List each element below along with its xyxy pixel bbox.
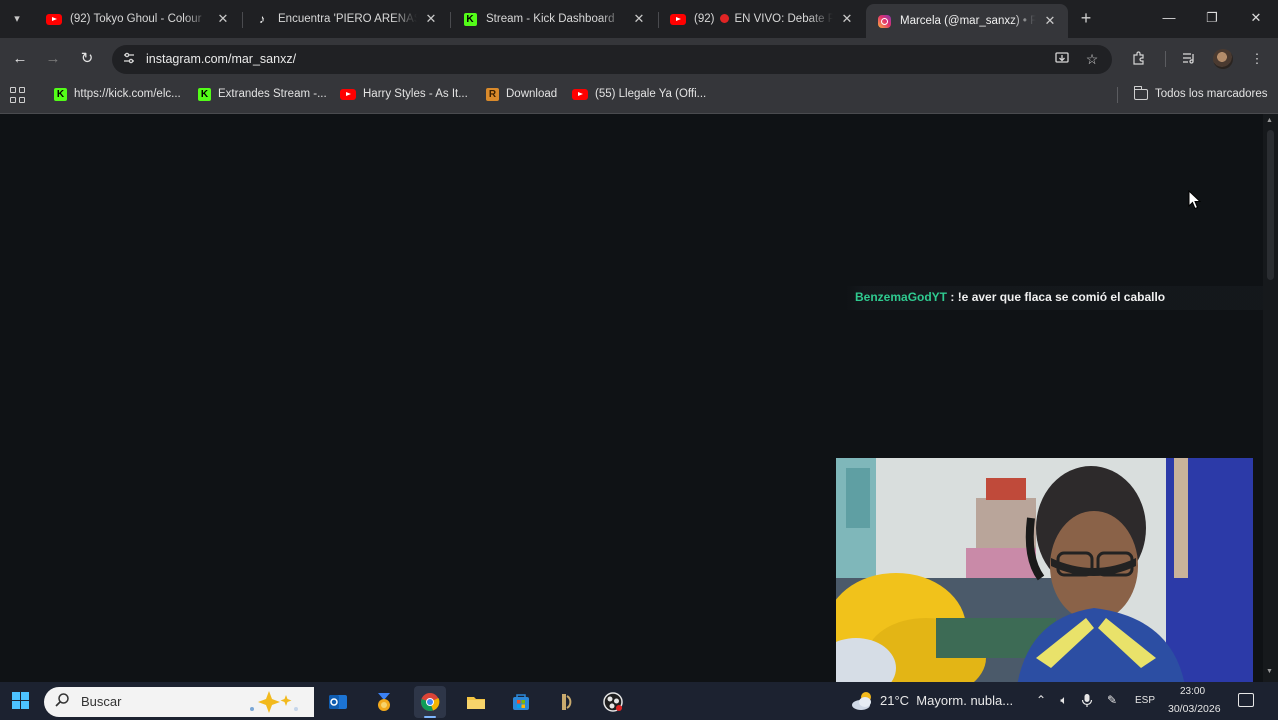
- weather-temp: 21°C: [880, 693, 910, 708]
- tab-title: Encuentra 'PIERO ARENAS' e: [278, 13, 417, 25]
- tab-title: Marcela (@mar_sanxz) • Fot: [900, 15, 1036, 27]
- bookmark-label: https://kick.com/elc...: [74, 88, 181, 100]
- notifications-icon[interactable]: [1238, 693, 1254, 707]
- search-icon: [54, 692, 72, 710]
- url-text[interactable]: instagram.com/mar_sanxz/: [146, 52, 296, 66]
- forward-button[interactable]: →: [42, 48, 64, 70]
- kick-icon: K: [198, 87, 211, 101]
- tab-title: (92) EN VIVO: Debate Pr: [694, 13, 833, 25]
- volume-icon[interactable]: 🔈︎: [1056, 693, 1072, 708]
- install-app-icon[interactable]: [1053, 50, 1071, 68]
- bookmark-label: Download: [506, 88, 558, 100]
- reload-button[interactable]: ↻: [76, 48, 98, 70]
- bookmark-star-icon[interactable]: ☆: [1083, 50, 1101, 68]
- more-menu-icon[interactable]: ⋮: [1248, 50, 1266, 68]
- bookmark-item[interactable]: K https://kick.com/elc...: [54, 86, 181, 102]
- restore-button[interactable]: ❐: [1196, 6, 1228, 30]
- instagram-icon: [876, 13, 892, 29]
- toolbar-divider: [1165, 51, 1166, 67]
- close-icon[interactable]: ✕: [1042, 13, 1058, 29]
- pen-input-icon[interactable]: ✎: [1104, 693, 1120, 707]
- bookmark-item[interactable]: Harry Styles - As It...: [340, 86, 468, 102]
- scroll-up-arrow-icon[interactable]: ▲: [1266, 117, 1273, 124]
- bookmarks-divider: [1117, 87, 1118, 103]
- taskbar-outlook-icon[interactable]: [322, 686, 354, 718]
- chat-message: BenzemaGodYT : !e aver que flaca se comi…: [855, 290, 1165, 304]
- site-info-icon[interactable]: [121, 51, 137, 67]
- input-language-indicator[interactable]: ESP: [1135, 695, 1155, 706]
- weather-widget[interactable]: 21°C Mayorm. nubla...: [880, 693, 1013, 708]
- webcam-feed: [836, 458, 1253, 692]
- tab-live-debate[interactable]: (92) EN VIVO: Debate Pr ✕: [660, 4, 865, 34]
- youtube-icon: [572, 88, 588, 100]
- close-window-button[interactable]: ✕: [1240, 6, 1272, 30]
- tab-divider: [450, 12, 451, 28]
- tiktok-icon: ♪: [259, 12, 265, 26]
- microphone-icon[interactable]: [1080, 693, 1094, 711]
- tab-tiktok[interactable]: ♪ Encuentra 'PIERO ARENAS' e ✕: [244, 4, 449, 34]
- chat-username: BenzemaGodYT: [855, 290, 948, 304]
- tab-tokyo-ghoul[interactable]: (92) Tokyo Ghoul - Colour ✕: [36, 4, 241, 34]
- weather-condition: Mayorm. nubla...: [916, 693, 1014, 708]
- bookmark-item[interactable]: (55) Llegale Ya (Offi...: [572, 86, 706, 102]
- tab-kick-dashboard[interactable]: K Stream - Kick Dashboard ✕: [452, 4, 657, 34]
- scroll-thumb[interactable]: [1267, 130, 1274, 280]
- tab-divider: [658, 12, 659, 28]
- search-highlight-icon: [250, 691, 298, 713]
- taskbar-chrome-icon[interactable]: [414, 686, 446, 718]
- minimize-button[interactable]: —: [1153, 6, 1185, 30]
- bookmark-item[interactable]: R Download: [486, 86, 557, 102]
- clock-date[interactable]: 30/03/2026: [1168, 703, 1221, 715]
- live-dot-icon: [720, 14, 730, 23]
- kick-icon: K: [54, 87, 67, 101]
- r-icon: R: [486, 87, 499, 101]
- weather-cloudy-icon: [852, 692, 871, 710]
- chat-text: !e aver que flaca se comió el caballo: [957, 290, 1166, 304]
- windows-start-icon[interactable]: [12, 692, 29, 709]
- search-placeholder: Buscar: [81, 694, 122, 709]
- taskbar-medal-app-icon[interactable]: [368, 686, 400, 718]
- scroll-down-arrow-icon[interactable]: ▼: [1266, 668, 1273, 675]
- close-icon[interactable]: ✕: [631, 11, 647, 27]
- tab-search-button[interactable]: ▾: [6, 8, 28, 30]
- bookmark-label: Harry Styles - As It...: [363, 88, 468, 100]
- mouse-cursor-icon: [1188, 190, 1202, 210]
- kick-icon: K: [462, 11, 478, 27]
- bookmark-item[interactable]: K Extrandes Stream -...: [198, 86, 327, 102]
- all-bookmarks-button[interactable]: Todos los marcadores: [1133, 85, 1268, 102]
- tab-title: (92) Tokyo Ghoul - Colour: [70, 13, 202, 25]
- active-indicator: [424, 716, 436, 718]
- youtube-icon: [340, 88, 356, 100]
- close-icon[interactable]: ✕: [423, 11, 439, 27]
- tab-title: Stream - Kick Dashboard: [486, 13, 615, 25]
- all-bookmarks-label: Todos los marcadores: [1155, 88, 1268, 100]
- tab-divider: [242, 12, 243, 28]
- chat-separator: :: [947, 290, 958, 304]
- bookmark-label: (55) Llegale Ya (Offi...: [595, 88, 707, 100]
- clock-time[interactable]: 23:00: [1180, 686, 1205, 697]
- extensions-icon[interactable]: [1130, 50, 1148, 68]
- taskbar-obs-icon[interactable]: [597, 686, 629, 718]
- folder-icon: [1133, 85, 1148, 100]
- tab-title-text: EN VIVO: Debate Pr: [734, 13, 833, 25]
- youtube-icon: [670, 11, 686, 27]
- close-icon[interactable]: ✕: [839, 11, 855, 27]
- taskbar-store-icon[interactable]: [505, 686, 537, 718]
- back-button[interactable]: ←: [9, 48, 31, 70]
- taskbar-league-client-icon[interactable]: [551, 686, 583, 718]
- tab-instagram[interactable]: Marcela (@mar_sanxz) • Fot ✕: [866, 4, 1068, 38]
- profile-avatar[interactable]: [1213, 49, 1233, 69]
- youtube-icon: [46, 11, 62, 27]
- show-hidden-icons-chevron-icon[interactable]: ⌃: [1034, 693, 1048, 707]
- media-controls-icon[interactable]: [1180, 50, 1198, 68]
- tab-title-prefix: (92): [694, 13, 715, 25]
- new-tab-button[interactable]: +: [1076, 8, 1096, 28]
- apps-grid-icon[interactable]: [10, 87, 26, 103]
- close-icon[interactable]: ✕: [215, 11, 231, 27]
- bookmark-label: Extrandes Stream -...: [218, 88, 327, 100]
- taskbar-file-explorer-icon[interactable]: [460, 686, 492, 718]
